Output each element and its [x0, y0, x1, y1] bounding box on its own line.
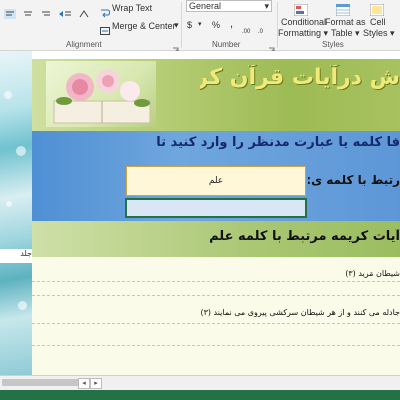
row-divider [32, 295, 400, 296]
indent-icon[interactable] [58, 4, 72, 17]
cell-styles-button-line2[interactable]: Styles ▾ [363, 28, 395, 39]
results-title: آیات کریمه مرتبط با کلمه علم [209, 229, 400, 244]
alignment-group-label: Alignment [66, 40, 102, 49]
text-direction-icon[interactable] [78, 4, 90, 18]
format-as-table-button[interactable]: Format as [325, 17, 366, 27]
decrease-decimal-icon[interactable]: .0 [258, 20, 270, 35]
conditional-formatting-icon[interactable] [293, 1, 309, 17]
cell-styles-icon[interactable] [369, 1, 385, 17]
svg-text:.00: .00 [242, 29, 251, 35]
page-title: ش درآیات قرآن کریم [200, 65, 400, 90]
ribbon-separator [181, 2, 182, 48]
align-center-icon[interactable] [22, 4, 34, 16]
number-format-value: General [189, 1, 222, 11]
wrap-text-button[interactable]: Wrap Text [112, 3, 152, 13]
merge-dropdown-icon[interactable]: ▾ [174, 20, 179, 31]
format-as-table-button-line2[interactable]: Table ▾ [331, 28, 360, 39]
wrap-text-icon[interactable] [100, 3, 111, 18]
number-group-label: Number [212, 40, 241, 49]
row-divider [32, 345, 400, 346]
number-dialog-launcher-icon[interactable] [268, 40, 276, 54]
percent-style-button[interactable]: % [212, 20, 220, 30]
currency-symbol: $ [187, 20, 193, 30]
scrollbar-thumb[interactable] [2, 379, 88, 386]
chevron-down-icon: ▾ [264, 1, 269, 11]
cell-styles-button[interactable]: Cell [370, 17, 386, 27]
currency-format-icon[interactable]: $ [186, 20, 198, 30]
status-bar [0, 390, 400, 400]
comma-style-button[interactable]: , [230, 18, 233, 30]
excel-ribbon: Wrap Text Merge & Center ▾ Alignment Gen… [0, 0, 400, 54]
increase-decimal-icon[interactable]: .00 [242, 20, 254, 35]
merge-center-icon[interactable] [100, 21, 110, 35]
roses-book-image [46, 61, 156, 127]
selected-cell[interactable] [125, 198, 307, 218]
bokeh-dot [4, 91, 12, 99]
worksheet-area[interactable]: ش درآیات قرآن کریم فا کلمه یا عبارت مدنظ… [0, 51, 400, 375]
align-left-icon[interactable] [4, 4, 16, 19]
number-format-select[interactable]: General ▾ [186, 0, 272, 12]
merge-center-button[interactable]: Merge & Center [112, 21, 176, 31]
scroll-left-button[interactable]: ◂ [78, 378, 90, 389]
svg-text:.0: .0 [258, 29, 264, 35]
word-label: رتبط با کلمه ی: [308, 173, 400, 187]
bokeh-dot [16, 146, 26, 156]
result-row[interactable]: شیطان مَرید (۳) [40, 269, 400, 278]
search-word-cell[interactable]: علم [126, 166, 306, 196]
side-caption: جلد [0, 249, 32, 263]
format-as-table-icon[interactable] [335, 1, 351, 17]
decorative-flower-image [0, 51, 32, 375]
conditional-formatting-button-line2[interactable]: Formatting ▾ [278, 28, 328, 39]
conditional-formatting-button[interactable]: Conditional [281, 17, 326, 27]
ribbon-separator [277, 2, 278, 48]
bokeh-dot [6, 201, 12, 207]
styles-group-label: Styles [322, 40, 344, 49]
align-right-icon[interactable] [40, 4, 52, 16]
row-divider [32, 323, 400, 324]
horizontal-scrollbar[interactable]: ◂ ▸ [0, 375, 400, 390]
alignment-dialog-launcher-icon[interactable] [172, 40, 180, 54]
instruction-text: فا کلمه یا عبارت مدنظر را وارد کنید تا [156, 135, 400, 150]
currency-dropdown-icon[interactable]: ▾ [198, 20, 202, 28]
scroll-right-button[interactable]: ▸ [90, 378, 102, 389]
row-divider [32, 281, 400, 282]
bokeh-dot [18, 301, 27, 310]
result-row[interactable]: جادله می کنند و از هر شیطان سرکشی پیروی … [40, 308, 400, 317]
